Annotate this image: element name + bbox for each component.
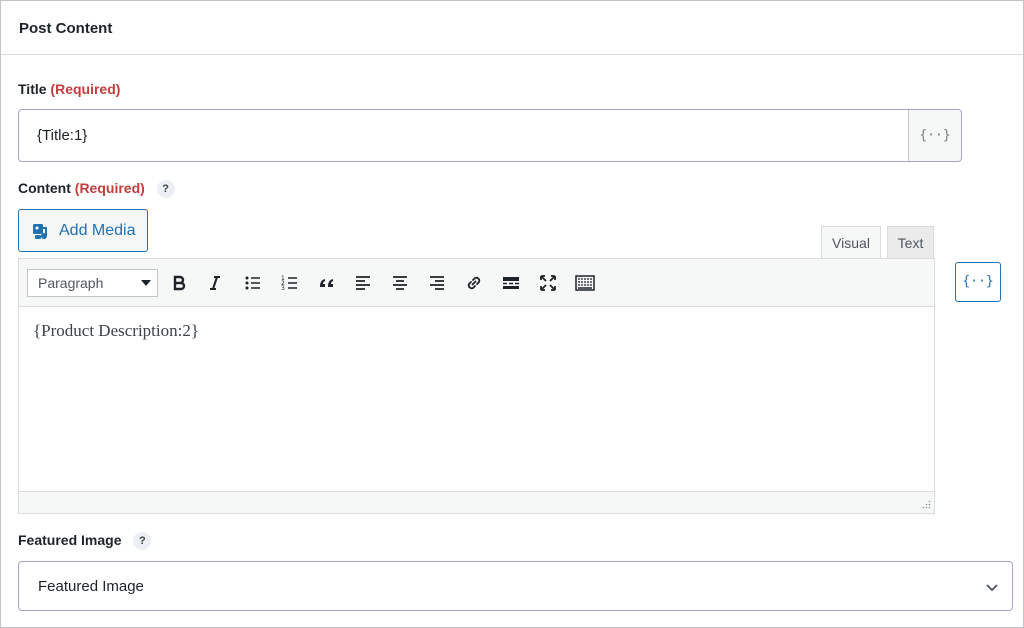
content-help-icon[interactable]: ? bbox=[156, 180, 175, 198]
blockquote-icon bbox=[320, 279, 333, 287]
align-left-button[interactable] bbox=[349, 269, 377, 297]
title-input[interactable] bbox=[19, 110, 909, 161]
featured-image-select-value: Featured Image bbox=[38, 578, 144, 595]
toolbar-toggle-button[interactable] bbox=[571, 269, 599, 297]
featured-image-help-icon[interactable]: ? bbox=[133, 532, 152, 550]
title-label-text: Title bbox=[18, 81, 47, 97]
content-label: Content (Required) ? bbox=[18, 180, 175, 198]
italic-button[interactable] bbox=[201, 269, 229, 297]
content-editor: Paragraph 1 2 3 {Product Description:2} bbox=[18, 258, 935, 514]
bold-button[interactable] bbox=[165, 269, 193, 297]
paragraph-format-select[interactable]: Paragraph bbox=[27, 269, 158, 297]
caret-down-icon bbox=[141, 280, 151, 286]
content-merge-tag-button[interactable]: {··} bbox=[955, 262, 1001, 302]
blockquote-button[interactable] bbox=[313, 269, 341, 297]
tab-text[interactable]: Text bbox=[887, 226, 934, 259]
title-field: {··} bbox=[18, 109, 962, 162]
editor-status-bar bbox=[19, 491, 934, 513]
bold-icon bbox=[173, 275, 186, 291]
add-media-icon bbox=[33, 223, 48, 239]
resize-handle-icon[interactable] bbox=[921, 500, 931, 510]
featured-image-label-text: Featured Image bbox=[18, 532, 122, 548]
title-required-marker: (Required) bbox=[50, 81, 121, 97]
toolbar-toggle-icon bbox=[575, 275, 595, 291]
featured-image-label: Featured Image ? bbox=[18, 532, 152, 550]
post-content-panel: Post Content Title (Required) {··} Conte… bbox=[0, 0, 1024, 628]
align-right-button[interactable] bbox=[423, 269, 451, 297]
align-center-button[interactable] bbox=[386, 269, 414, 297]
fullscreen-button[interactable] bbox=[534, 269, 562, 297]
bulleted-list-icon bbox=[245, 276, 260, 290]
numbered-list-icon: 1 2 3 bbox=[281, 275, 297, 292]
add-media-button[interactable]: Add Media bbox=[18, 209, 148, 252]
content-label-text: Content bbox=[18, 180, 71, 196]
link-button[interactable] bbox=[460, 269, 488, 297]
align-left-icon bbox=[356, 276, 370, 290]
italic-icon bbox=[210, 276, 220, 290]
align-right-icon bbox=[430, 276, 444, 290]
align-center-icon bbox=[393, 276, 407, 290]
svg-text:3: 3 bbox=[281, 285, 285, 292]
read-more-icon bbox=[503, 277, 519, 289]
bulleted-list-button[interactable] bbox=[239, 269, 267, 297]
content-required-marker: (Required) bbox=[74, 180, 145, 196]
panel-header: Post Content bbox=[1, 1, 1023, 55]
chevron-down-icon bbox=[986, 584, 998, 592]
editor-body[interactable]: {Product Description:2} bbox=[19, 307, 934, 491]
editor-toolbar: Paragraph 1 2 3 bbox=[19, 259, 934, 307]
link-icon bbox=[467, 276, 481, 290]
numbered-list-button[interactable]: 1 2 3 bbox=[276, 269, 304, 297]
fullscreen-icon bbox=[540, 275, 556, 291]
title-label: Title (Required) bbox=[18, 81, 120, 97]
title-merge-tag-button[interactable]: {··} bbox=[908, 110, 961, 161]
add-media-label: Add Media bbox=[59, 221, 136, 239]
tab-visual[interactable]: Visual bbox=[821, 226, 881, 259]
panel-title: Post Content bbox=[19, 20, 113, 37]
read-more-button[interactable] bbox=[497, 269, 525, 297]
featured-image-select[interactable]: Featured Image bbox=[18, 561, 1013, 611]
format-select-value: Paragraph bbox=[38, 275, 104, 291]
